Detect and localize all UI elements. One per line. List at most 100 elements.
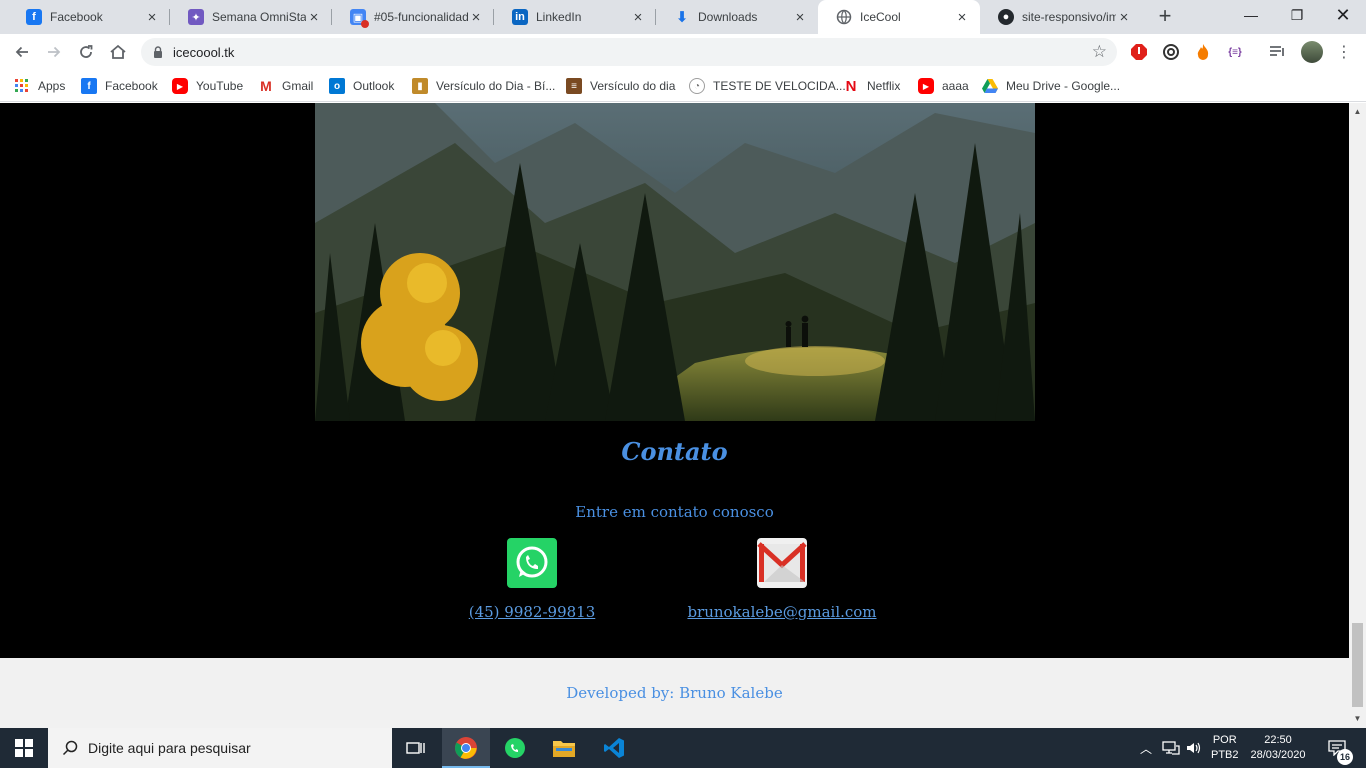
extension-loop-icon[interactable]	[1161, 42, 1181, 62]
flame-extension-icon[interactable]	[1193, 42, 1213, 62]
page-viewport: Contato Entre em contato conosco (45) 99…	[0, 103, 1349, 728]
bookmark-facebook[interactable]: f Facebook	[81, 76, 158, 96]
more-menu-icon[interactable]: ⋮	[1334, 42, 1354, 62]
tab-title: Facebook	[50, 10, 103, 24]
tab-github[interactable]: ● site-responsivo/im ×	[980, 0, 1142, 34]
search-placeholder: Digite aqui para pesquisar	[88, 740, 251, 756]
bookmark-teste-velocidade[interactable]: ◔ TESTE DE VELOCIDA...	[689, 76, 846, 96]
tab-title: Downloads	[698, 10, 758, 24]
close-icon[interactable]: ×	[630, 9, 646, 26]
notification-badge: 16	[1337, 749, 1353, 765]
bookmark-label: Apps	[38, 79, 66, 93]
tab-omnistack[interactable]: ✦ Semana OmniStac ×	[170, 0, 332, 34]
keyboard-layout: PTB2	[1211, 749, 1239, 761]
reload-icon	[80, 45, 93, 58]
reload-button[interactable]	[74, 40, 98, 64]
clock-time: 22:50	[1264, 734, 1292, 746]
bookmark-aaaa[interactable]: ▶ aaaa	[918, 76, 969, 96]
phone-link[interactable]: (45) 9982-99813	[432, 603, 632, 621]
network-icon[interactable]	[1162, 728, 1180, 768]
arrow-left-icon	[15, 46, 28, 58]
speedtest-icon: ◔	[689, 78, 705, 94]
taskbar-vscode[interactable]	[590, 728, 638, 768]
close-icon[interactable]: ×	[954, 9, 970, 26]
bible-icon: ▮	[412, 78, 428, 94]
bookmark-label: Netflix	[867, 79, 901, 93]
windows-taskbar: Digite aqui para pesquisar ︿ POR PTB2 22…	[0, 728, 1366, 768]
bookmark-youtube[interactable]: ▶ YouTube	[172, 76, 243, 96]
adblock-icon[interactable]	[1129, 42, 1149, 62]
scrollbar-thumb[interactable]	[1352, 623, 1363, 707]
close-icon[interactable]: ×	[468, 9, 484, 26]
bookmark-google-drive[interactable]: Meu Drive - Google...	[982, 76, 1120, 96]
action-center-button[interactable]: 16	[1322, 728, 1353, 768]
youtube-icon: ▶	[918, 78, 934, 94]
taskbar-whatsapp[interactable]	[491, 728, 539, 768]
minimize-button[interactable]: —	[1228, 0, 1274, 30]
volume-icon[interactable]	[1186, 728, 1202, 768]
tab-downloads[interactable]: ⬇ Downloads ×	[656, 0, 818, 34]
bookmark-star-icon[interactable]: ☆	[1092, 42, 1107, 62]
bookmark-label: Facebook	[105, 79, 158, 93]
bookmark-netflix[interactable]: N Netflix	[843, 76, 901, 96]
close-icon[interactable]: ×	[306, 9, 322, 26]
url-text: icecoool.tk	[173, 45, 235, 60]
youtube-icon: ▶	[172, 78, 188, 94]
gmail-icon[interactable]	[757, 538, 807, 588]
avatar[interactable]	[1301, 41, 1323, 63]
netflix-icon: N	[845, 77, 857, 95]
home-icon	[110, 44, 126, 59]
vscode-icon	[604, 738, 624, 758]
tab-icecool[interactable]: IceCool ×	[818, 0, 980, 34]
omnistack-icon: ✦	[188, 9, 204, 25]
restore-button[interactable]: ❐	[1274, 0, 1320, 30]
input-language[interactable]: POR PTB2	[1211, 728, 1239, 768]
google-classroom-icon: ▣	[350, 9, 369, 28]
whatsapp-icon[interactable]	[507, 538, 557, 588]
bookmark-versiculo-biblia[interactable]: ▮ Versículo do Dia - Bí...	[412, 76, 555, 96]
close-icon[interactable]: ×	[144, 9, 160, 26]
scroll-up-arrow-icon[interactable]: ▲	[1349, 107, 1366, 116]
forward-button[interactable]	[42, 40, 66, 64]
close-window-button[interactable]: ✕	[1320, 0, 1366, 30]
contact-title: Contato	[621, 437, 728, 466]
bookmark-apps[interactable]: Apps	[14, 76, 65, 96]
email-link[interactable]: brunokalebe@gmail.com	[662, 603, 902, 621]
bookmark-versiculo-dia[interactable]: ≡ Versículo do dia	[566, 76, 675, 96]
address-bar[interactable]: icecoool.tk ☆	[141, 38, 1117, 66]
apps-grid-icon	[14, 78, 30, 94]
github-icon: ●	[998, 9, 1014, 25]
tab-title: Semana OmniStac	[212, 10, 306, 24]
facebook-icon: f	[26, 9, 42, 25]
back-button[interactable]	[10, 40, 34, 64]
bookmark-outlook[interactable]: o Outlook	[329, 76, 394, 96]
media-queue-icon[interactable]	[1268, 42, 1288, 62]
page-scrollbar[interactable]: ▲ ▼	[1349, 103, 1366, 728]
taskbar-chrome[interactable]	[442, 728, 490, 768]
bookmark-label: Outlook	[353, 79, 395, 93]
clock[interactable]: 22:50 28/03/2020	[1246, 728, 1310, 768]
tab-linkedin[interactable]: in LinkedIn ×	[494, 0, 656, 34]
contact-subtitle: Entre em contato conosco	[575, 503, 774, 521]
developer-credit: Developed by: Bruno Kalebe	[566, 684, 783, 702]
tab-funcionalidade[interactable]: ▣ #05-funcionalidad ×	[332, 0, 494, 34]
bookmark-label: TESTE DE VELOCIDA...	[713, 79, 846, 93]
taskbar-search-box[interactable]: Digite aqui para pesquisar	[48, 728, 392, 768]
start-button[interactable]	[0, 728, 48, 768]
close-icon[interactable]: ×	[1116, 9, 1132, 26]
tab-strip: f Facebook × ✦ Semana OmniStac × ▣ #05-f…	[0, 0, 1366, 34]
folder-icon	[553, 741, 575, 757]
close-icon[interactable]: ×	[792, 9, 808, 26]
new-tab-button[interactable]: +	[1153, 5, 1177, 29]
footer: Developed by: Bruno Kalebe	[0, 658, 1349, 728]
show-hidden-icons-button[interactable]: ︿	[1140, 728, 1152, 768]
bookmark-gmail[interactable]: M Gmail	[258, 76, 313, 96]
tab-facebook[interactable]: f Facebook ×	[8, 0, 170, 34]
bookmark-label: Gmail	[282, 79, 314, 93]
scroll-down-arrow-icon[interactable]: ▼	[1349, 714, 1366, 723]
task-view-button[interactable]	[392, 728, 440, 768]
home-button[interactable]	[106, 40, 130, 64]
bookmark-label: Meu Drive - Google...	[1006, 79, 1121, 93]
taskbar-file-explorer[interactable]	[540, 728, 588, 768]
json-viewer-icon[interactable]: {≡}	[1225, 42, 1245, 62]
